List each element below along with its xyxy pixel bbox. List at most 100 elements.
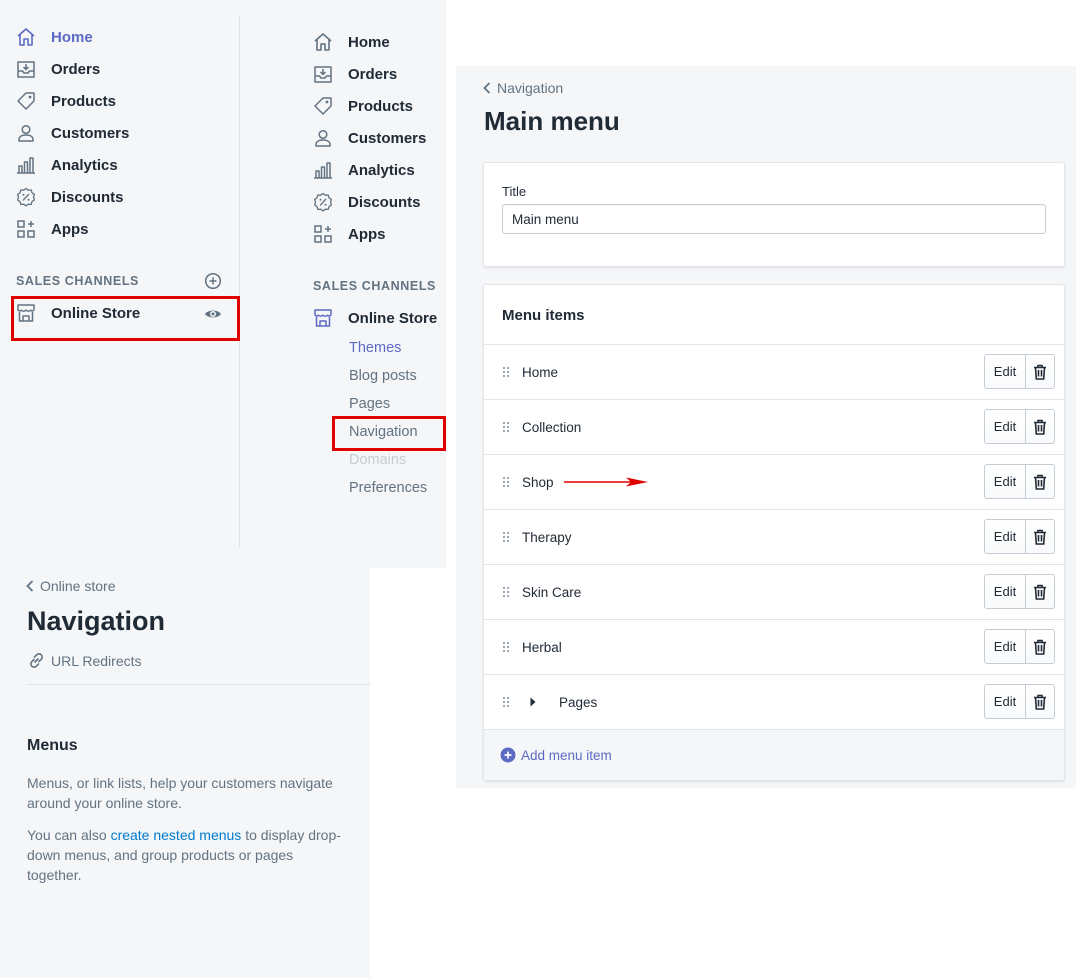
trash-icon bbox=[1034, 364, 1046, 380]
edit-button[interactable]: Edit bbox=[984, 519, 1026, 554]
trash-icon bbox=[1034, 639, 1046, 655]
sidebar-item-products[interactable]: Products bbox=[15, 87, 215, 115]
url-redirects-link[interactable]: URL Redirects bbox=[28, 652, 142, 669]
menu-item-row[interactable]: Skin Care Edit bbox=[484, 564, 1064, 619]
sidebar-item-products[interactable]: Products bbox=[312, 92, 446, 120]
chevron-left-icon bbox=[26, 580, 34, 592]
menu-item-row[interactable]: Home Edit bbox=[484, 344, 1064, 399]
trash-icon bbox=[1034, 584, 1046, 600]
sidebar-item-discounts[interactable]: Discounts bbox=[15, 183, 215, 211]
sidebar-item-label: Customers bbox=[51, 124, 130, 142]
sidebar-item-label: Analytics bbox=[51, 156, 118, 174]
add-menu-item-label: Add menu item bbox=[521, 747, 612, 763]
menu-item-row[interactable]: Herbal Edit bbox=[484, 619, 1064, 674]
breadcrumb-label: Navigation bbox=[497, 80, 564, 96]
drag-handle-icon[interactable] bbox=[502, 420, 510, 434]
row-actions: Edit bbox=[984, 354, 1055, 389]
sidebar-item-analytics[interactable]: Analytics bbox=[312, 156, 446, 184]
menu-item-label: Collection bbox=[522, 420, 582, 435]
page-title: Main menu bbox=[484, 106, 620, 136]
trash-icon bbox=[1034, 419, 1046, 435]
delete-button[interactable] bbox=[1026, 629, 1055, 664]
eye-icon[interactable] bbox=[204, 305, 222, 323]
breadcrumb-back-navigation[interactable]: Navigation bbox=[483, 80, 563, 96]
breadcrumb-label: Online store bbox=[40, 578, 116, 594]
breadcrumb-back-online-store[interactable]: Online store bbox=[26, 578, 115, 594]
sidebar-item-label: Analytics bbox=[348, 161, 415, 179]
sidebar-item-discounts[interactable]: Discounts bbox=[312, 188, 446, 216]
sidebar-item-online-store[interactable]: Online Store bbox=[312, 304, 437, 332]
sidebar-item-apps[interactable]: Apps bbox=[312, 220, 446, 248]
sidebar-subitem-pages[interactable]: Pages bbox=[349, 396, 390, 412]
row-actions: Edit bbox=[984, 574, 1055, 609]
sidebar-item-label: Apps bbox=[51, 220, 89, 238]
add-menu-item-button[interactable]: Add menu item bbox=[484, 729, 1064, 780]
trash-icon bbox=[1034, 529, 1046, 545]
sidebar-subitem-blog-posts[interactable]: Blog posts bbox=[349, 368, 417, 384]
home-icon bbox=[15, 26, 37, 48]
drag-handle-icon[interactable] bbox=[502, 695, 510, 709]
delete-button[interactable] bbox=[1026, 574, 1055, 609]
divider bbox=[27, 684, 370, 685]
drag-handle-icon[interactable] bbox=[502, 530, 510, 544]
delete-button[interactable] bbox=[1026, 409, 1055, 444]
drag-handle-icon[interactable] bbox=[502, 475, 510, 489]
sidebar-subitem-navigation[interactable]: Navigation bbox=[349, 424, 418, 440]
navigation-page: Online store Navigation URL Redirects Me… bbox=[0, 548, 370, 978]
edit-button[interactable]: Edit bbox=[984, 409, 1026, 444]
caret-right-icon[interactable] bbox=[530, 697, 536, 707]
sidebar-item-analytics[interactable]: Analytics bbox=[15, 151, 215, 179]
sidebar-subitem-themes[interactable]: Themes bbox=[349, 340, 401, 356]
drag-handle-icon[interactable] bbox=[502, 640, 510, 654]
delete-button[interactable] bbox=[1026, 464, 1055, 499]
plus-circle-icon[interactable] bbox=[204, 272, 222, 290]
discount-icon bbox=[312, 191, 334, 213]
sales-channels-heading: SALES CHANNELS bbox=[313, 279, 436, 293]
person-icon bbox=[15, 122, 37, 144]
sidebar-item-label: Customers bbox=[348, 129, 427, 147]
sales-channels-heading: SALES CHANNELS bbox=[16, 274, 139, 288]
drag-handle-icon[interactable] bbox=[502, 365, 510, 379]
store-icon bbox=[15, 302, 37, 324]
sidebar-item-online-store[interactable]: Online Store bbox=[15, 299, 140, 327]
sidebar-divider bbox=[239, 16, 240, 568]
menu-item-label: Herbal bbox=[522, 640, 562, 655]
edit-button[interactable]: Edit bbox=[984, 354, 1026, 389]
sidebar-subitem-preferences[interactable]: Preferences bbox=[349, 480, 427, 496]
orders-icon bbox=[312, 63, 334, 85]
edit-button[interactable]: Edit bbox=[984, 629, 1026, 664]
sidebar-item-home[interactable]: Home bbox=[15, 23, 215, 51]
sidebar-item-home[interactable]: Home bbox=[312, 28, 446, 56]
menus-heading: Menus bbox=[27, 737, 78, 754]
row-actions: Edit bbox=[984, 684, 1055, 719]
row-actions: Edit bbox=[984, 464, 1055, 499]
menu-item-row[interactable]: Pages Edit bbox=[484, 674, 1064, 729]
tag-icon bbox=[312, 95, 334, 117]
sidebar-item-orders[interactable]: Orders bbox=[15, 55, 215, 83]
edit-button[interactable]: Edit bbox=[984, 574, 1026, 609]
sidebar-item-label: Products bbox=[51, 92, 117, 110]
edit-button[interactable]: Edit bbox=[984, 464, 1026, 499]
main-menu-page: Navigation Main menu Title Menu items Ho… bbox=[456, 66, 1076, 788]
delete-button[interactable] bbox=[1026, 684, 1055, 719]
menu-item-row[interactable]: Therapy Edit bbox=[484, 509, 1064, 564]
delete-button[interactable] bbox=[1026, 519, 1055, 554]
sidebar-item-label: Online Store bbox=[51, 304, 141, 322]
sidebar-item-apps[interactable]: Apps bbox=[15, 215, 215, 243]
url-redirects-label: URL Redirects bbox=[51, 652, 142, 669]
person-icon bbox=[312, 127, 334, 149]
menus-description: Menus, or link lists, help your customer… bbox=[27, 775, 333, 811]
sidebar-item-customers[interactable]: Customers bbox=[15, 119, 215, 147]
apps-icon bbox=[312, 223, 334, 245]
menu-item-row[interactable]: Collection Edit bbox=[484, 399, 1064, 454]
sidebar-item-customers[interactable]: Customers bbox=[312, 124, 446, 152]
title-input[interactable] bbox=[502, 204, 1046, 234]
edit-button[interactable]: Edit bbox=[984, 684, 1026, 719]
sidebar-item-label: Discounts bbox=[348, 193, 421, 211]
nested-menus-description: You can also create nested menus to disp… bbox=[27, 825, 349, 885]
sidebar-item-orders[interactable]: Orders bbox=[312, 60, 446, 88]
drag-handle-icon[interactable] bbox=[502, 585, 510, 599]
delete-button[interactable] bbox=[1026, 354, 1055, 389]
create-nested-menus-link[interactable]: create nested menus bbox=[111, 827, 242, 843]
tag-icon bbox=[15, 90, 37, 112]
